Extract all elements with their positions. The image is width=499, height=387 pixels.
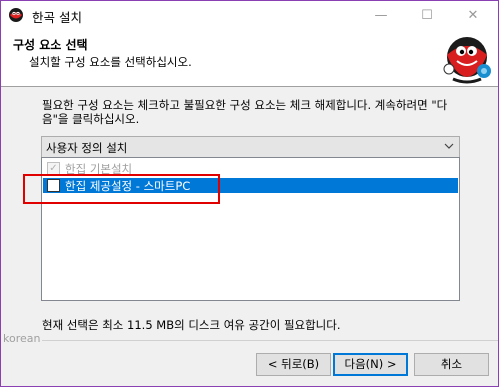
page-subtitle: 설치할 구성 요소를 선택하십시오. xyxy=(29,55,192,69)
page-header: 구성 요소 선택 설치할 구성 요소를 선택하십시오. xyxy=(1,29,498,87)
maximize-icon: ☐ xyxy=(421,7,433,23)
mascot-illustration xyxy=(443,37,491,84)
maximize-button[interactable]: ☐ xyxy=(404,1,450,29)
minimize-button[interactable]: — xyxy=(358,1,404,29)
chevron-down-icon xyxy=(444,139,454,156)
minimize-icon: — xyxy=(374,7,388,23)
installer-window: 한곡 설치 — ☐ ✕ 구성 요소 선택 설치할 구성 요소를 선택하십시오. … xyxy=(0,0,499,387)
space-required-text: 현재 선택은 최소 11.5 MB의 디스크 여유 공간이 필요합니다. xyxy=(42,318,341,332)
instruction-text: 필요한 구성 요소는 체크하고 불필요한 구성 요소는 체크 해제합니다. 계속… xyxy=(42,98,448,126)
app-mascot-icon xyxy=(9,8,23,22)
footer-divider xyxy=(42,340,498,341)
brand-label: korean xyxy=(3,332,41,345)
close-button[interactable]: ✕ xyxy=(450,1,496,29)
back-button[interactable]: < 뒤로(B) xyxy=(256,353,331,376)
page-title: 구성 요소 선택 xyxy=(13,38,88,52)
next-button[interactable]: 다음(N) > xyxy=(333,353,408,376)
install-type-value: 사용자 정의 설치 xyxy=(46,141,128,155)
title-bar[interactable]: 한곡 설치 — ☐ ✕ xyxy=(1,1,498,29)
close-icon: ✕ xyxy=(467,7,479,23)
window-title: 한곡 설치 xyxy=(32,10,82,25)
cancel-button[interactable]: 취소 xyxy=(414,353,489,376)
highlight-box xyxy=(23,174,220,204)
install-type-select[interactable]: 사용자 정의 설치 xyxy=(41,136,460,158)
